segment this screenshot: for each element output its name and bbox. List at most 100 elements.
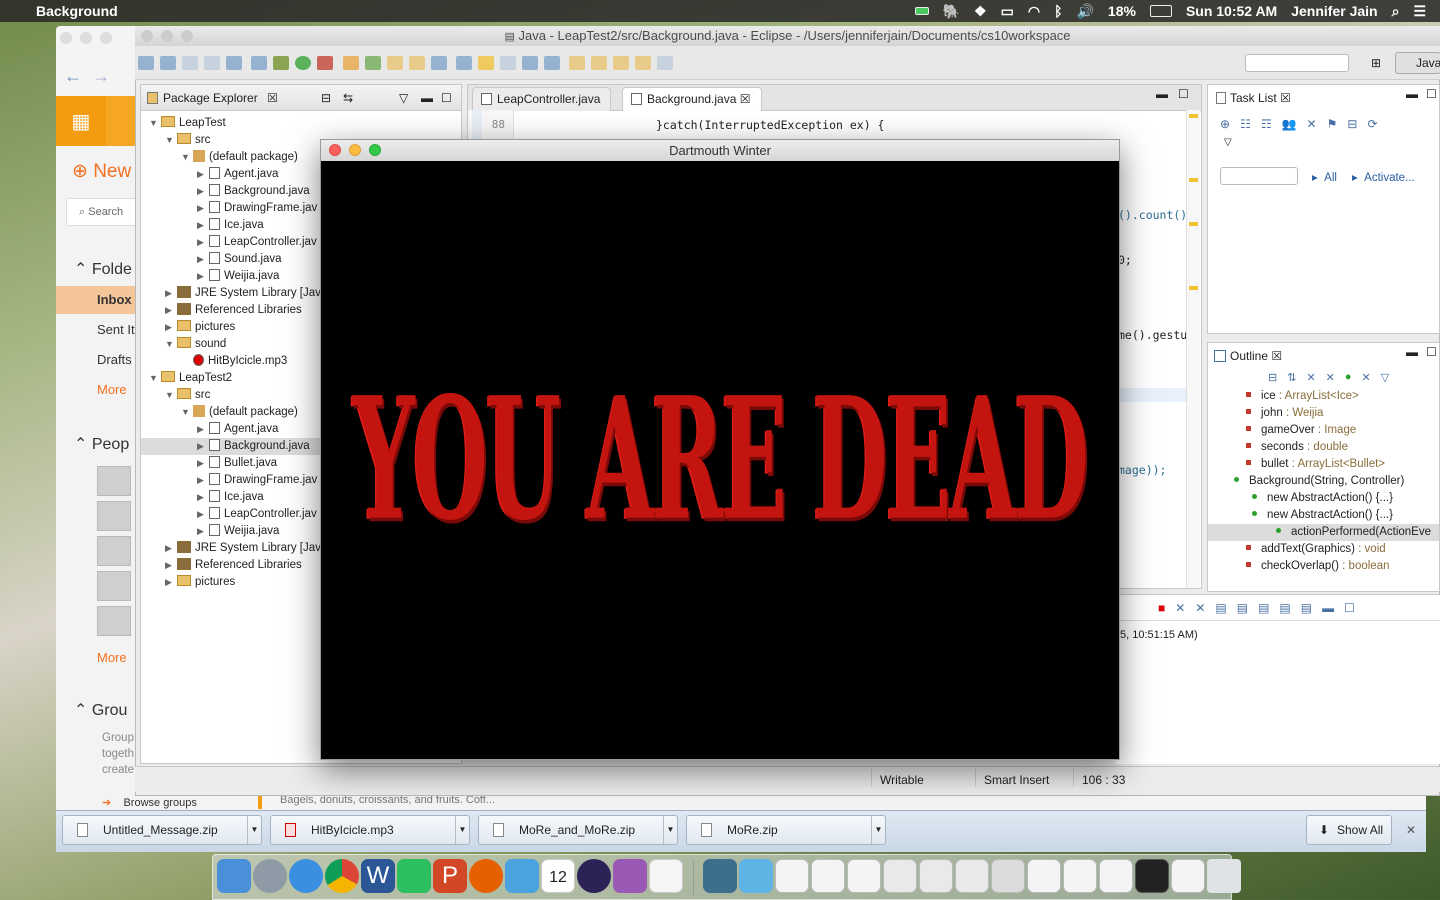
screenshot-icon[interactable] [703, 859, 737, 893]
clock[interactable]: Sun 10:52 AM [1186, 3, 1277, 19]
hide-local-types-icon[interactable]: ✕ [1362, 371, 1371, 384]
user-name[interactable]: Jennifer Jain [1291, 3, 1377, 19]
folders-header[interactable]: ⌃ Folde [74, 259, 132, 279]
task-filter-all[interactable]: ▸ All [1312, 170, 1337, 184]
dropbox-icon[interactable]: ❖ [974, 3, 987, 20]
external-tools-icon[interactable] [317, 56, 334, 70]
chevron-down-icon[interactable]: ▼ [149, 370, 161, 387]
notification-center-icon[interactable]: ☰ [1413, 3, 1426, 20]
link-with-editor-icon[interactable]: ⇆ [343, 85, 353, 111]
collapse-icon[interactable]: ⊟ [1347, 117, 1357, 131]
chevron-down-icon[interactable]: ▼ [247, 816, 261, 844]
game-center-icon[interactable] [613, 859, 647, 893]
download-item[interactable]: MoRe_and_MoRe.zip ▼ [478, 815, 678, 845]
chevron-right-icon[interactable]: ▶ [165, 574, 177, 591]
chevron-right-icon[interactable]: ▶ [197, 506, 209, 523]
people-icon[interactable]: 👥 [1282, 117, 1297, 131]
eclipse-icon[interactable] [577, 859, 611, 893]
outlook-search-input[interactable]: ⌕ Search [66, 198, 136, 226]
sync-icon[interactable]: ⟳ [1367, 117, 1377, 131]
close-icon[interactable]: ☒ [1271, 349, 1282, 363]
app-launcher-icon[interactable]: ▦ [56, 96, 106, 146]
zoom-button[interactable] [181, 30, 193, 42]
volume-icon[interactable]: 🔊 [1076, 3, 1093, 20]
chevron-right-icon[interactable]: ▶ [197, 268, 209, 285]
document-icon[interactable] [919, 859, 953, 893]
document-icon[interactable] [991, 859, 1025, 893]
document-icon[interactable] [847, 859, 881, 893]
outline-item[interactable]: ice : ArrayList<Ice> [1208, 388, 1439, 405]
evernote-icon[interactable] [397, 859, 431, 893]
chevron-right-icon[interactable]: ▶ [197, 183, 209, 200]
skip-breakpoints-icon[interactable] [251, 56, 268, 70]
document-icon[interactable] [1063, 859, 1097, 893]
back-icon[interactable] [635, 56, 652, 70]
download-item[interactable]: Untitled_Message.zip ▼ [62, 815, 262, 845]
battery-percent[interactable]: 18% [1108, 3, 1136, 19]
pin-console-icon[interactable]: ▤ [1258, 601, 1269, 620]
sort-icon[interactable]: ⇅ [1287, 371, 1296, 384]
code-fragment[interactable]: 0; [1118, 253, 1132, 267]
document-icon[interactable] [811, 859, 845, 893]
java-perspective-button[interactable]: Java [1395, 52, 1440, 74]
open-folder-icon[interactable] [386, 56, 403, 70]
search-icon[interactable] [408, 56, 425, 70]
outline-item[interactable]: actionPerformed(ActionEve [1208, 524, 1439, 541]
trash-icon[interactable] [1207, 859, 1241, 893]
document-icon[interactable] [1099, 859, 1133, 893]
xcode-icon[interactable] [505, 859, 539, 893]
code-line[interactable]: }catch(InterruptedException ex) { [656, 118, 884, 132]
document-icon[interactable] [1171, 859, 1205, 893]
open-type-icon[interactable] [160, 56, 176, 70]
airplay-icon[interactable]: ▭ [1001, 3, 1014, 20]
tab-leapcontroller[interactable]: LeapController.java [472, 87, 612, 111]
avatar[interactable] [97, 501, 131, 531]
code-fragment[interactable]: ().count() [1118, 208, 1187, 222]
scheduled-icon[interactable]: ☶ [1261, 117, 1272, 131]
chevron-down-icon[interactable]: ▼ [181, 404, 193, 421]
minimize-icon[interactable]: ▬ [421, 85, 433, 111]
powerpoint-icon[interactable]: P [433, 859, 467, 893]
firefox-icon[interactable] [469, 859, 503, 893]
overview-ruler-right[interactable] [1186, 110, 1200, 588]
hide-nonpublic-icon[interactable]: ● [1345, 371, 1352, 384]
outline-item[interactable]: new AbstractAction() {...} [1208, 507, 1439, 524]
game-canvas[interactable]: YOU ARE DEAD [321, 161, 1119, 759]
close-button[interactable] [60, 32, 72, 44]
avatar[interactable] [97, 571, 131, 601]
search-tool-icon[interactable] [430, 56, 447, 70]
close-downloads-icon[interactable]: ✕ [1406, 823, 1416, 837]
whitespace-icon[interactable] [544, 56, 561, 70]
minimize-icon[interactable]: ▬ [1406, 81, 1418, 107]
maximize-icon[interactable]: ☐ [1426, 339, 1437, 365]
minimize-button[interactable] [349, 144, 361, 156]
zoom-button[interactable] [369, 144, 381, 156]
open-console-icon[interactable]: ▤ [1301, 601, 1312, 620]
chevron-right-icon[interactable]: ▶ [165, 557, 177, 574]
terminal-window-icon[interactable] [1135, 859, 1169, 893]
folders-more-link[interactable]: More [97, 382, 127, 397]
minimize-button[interactable] [80, 32, 92, 44]
back-arrow-icon[interactable]: ← [64, 66, 82, 87]
save-icon[interactable] [182, 56, 198, 70]
chevron-right-icon[interactable]: ▶ [197, 438, 209, 455]
chevron-right-icon[interactable]: ▶ [197, 217, 209, 234]
annotation-icon[interactable] [456, 56, 473, 70]
chevron-right-icon[interactable]: ▶ [197, 421, 209, 438]
remove-launch-icon[interactable]: ✕ [1175, 601, 1185, 620]
chevron-right-icon[interactable]: ▶ [165, 540, 177, 557]
launchpad-icon[interactable] [253, 859, 287, 893]
app-menu-name[interactable]: Background [36, 3, 118, 19]
battery-status-icon[interactable] [914, 7, 929, 15]
tab-background[interactable]: Background.java ☒ [622, 87, 762, 111]
chevron-right-icon[interactable]: ▶ [197, 234, 209, 251]
task-filter-input[interactable] [1220, 167, 1298, 185]
new-package-icon[interactable] [364, 56, 381, 70]
new-mail-button[interactable]: ⊕ New [72, 160, 131, 183]
save-all-icon[interactable] [204, 56, 220, 70]
outline-item[interactable]: new AbstractAction() {...} [1208, 490, 1439, 507]
chevron-right-icon[interactable]: ▶ [197, 472, 209, 489]
code-fragment[interactable]: mage)); [1118, 463, 1166, 477]
chevron-right-icon[interactable]: ▶ [165, 319, 177, 336]
collapse-all-icon[interactable]: ⊟ [1268, 371, 1277, 384]
